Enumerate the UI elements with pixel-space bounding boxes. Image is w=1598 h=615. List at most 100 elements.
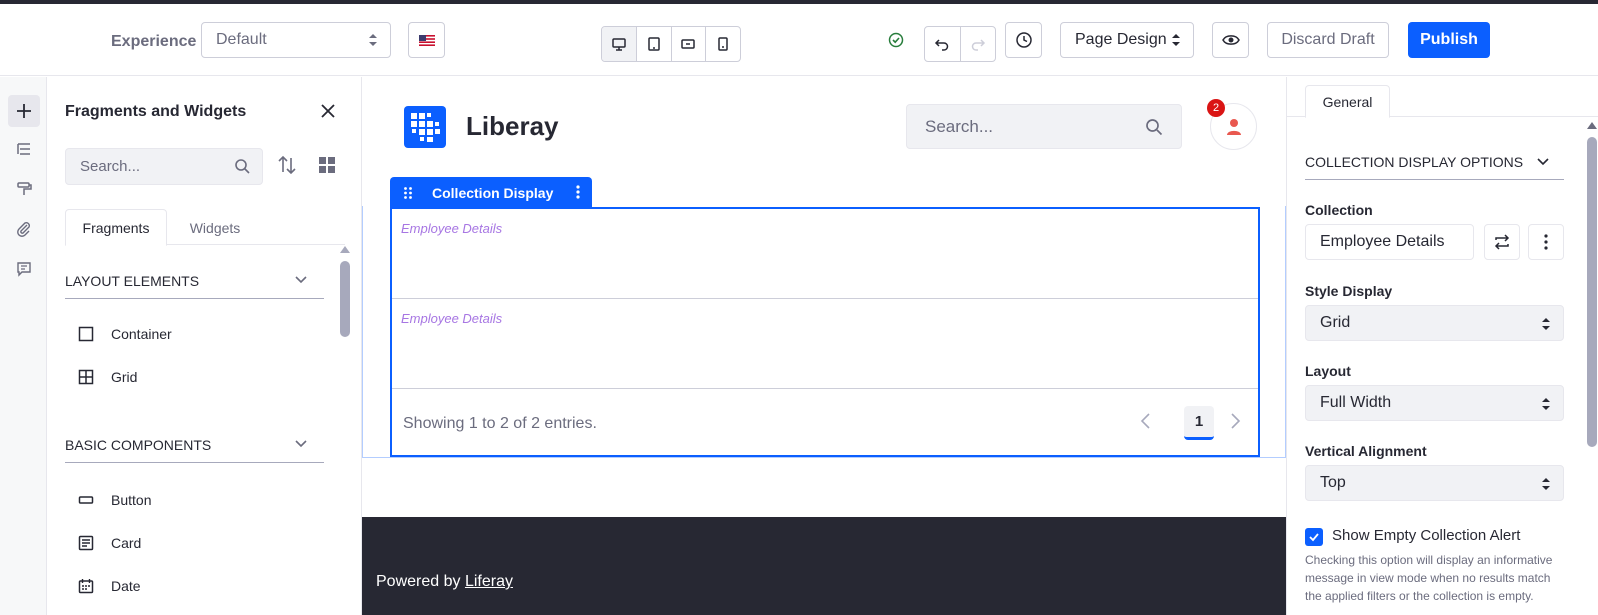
fragment-item-date[interactable]: Date	[77, 577, 141, 595]
eye-icon	[1221, 35, 1240, 45]
exchange-icon	[1494, 234, 1510, 250]
fragment-label: Card	[111, 535, 142, 551]
experience-value: Default	[216, 31, 267, 48]
pagination-page-1[interactable]: 1	[1184, 406, 1214, 440]
collection-field[interactable]: Employee Details	[1305, 224, 1474, 260]
redo-icon	[971, 39, 985, 51]
checkmark-icon	[1309, 533, 1319, 542]
section-title: COLLECTION DISPLAY OPTIONS	[1305, 154, 1524, 170]
close-icon[interactable]	[318, 101, 338, 121]
grid-view-icon[interactable]	[317, 155, 337, 175]
landscape-phone-icon	[681, 39, 696, 49]
tablet-icon	[647, 37, 660, 51]
scroll-up-arrow-icon	[340, 246, 350, 253]
layout-select[interactable]: Full Width	[1305, 385, 1564, 421]
draft-saved-check-icon	[888, 32, 904, 48]
undo-button[interactable]	[925, 27, 961, 61]
portrait-phone-viewport-button[interactable]	[706, 27, 740, 61]
collection-display[interactable]: Employee Details Employee Details Showin…	[390, 207, 1260, 457]
section-layout-elements[interactable]: LAYOUT ELEMENTS	[65, 273, 324, 299]
footer-prefix: Powered by	[376, 573, 461, 590]
landscape-phone-viewport-button[interactable]	[672, 27, 707, 61]
fragment-item-grid[interactable]: Grid	[77, 368, 137, 386]
preview-button[interactable]	[1212, 22, 1249, 58]
fragment-item-container[interactable]: Container	[77, 325, 172, 343]
drag-handle-icon[interactable]	[402, 186, 414, 200]
history-button[interactable]	[1005, 22, 1042, 58]
config-tabs: General	[1287, 77, 1598, 118]
section-title: BASIC COMPONENTS	[65, 437, 212, 453]
panel-title: Fragments and Widgets	[65, 103, 247, 120]
collection-value: Employee Details	[1320, 233, 1445, 250]
fragment-label: Date	[111, 578, 141, 594]
collection-item-placeholder: Employee Details	[401, 311, 503, 326]
page-structure-button[interactable]	[8, 133, 40, 165]
fragment-item-button[interactable]: Button	[77, 491, 151, 509]
redo-button[interactable]	[961, 27, 996, 61]
select-arrows-icon	[369, 34, 377, 46]
language-selector-button[interactable]	[408, 22, 445, 58]
scrollbar-thumb[interactable]	[1587, 137, 1597, 447]
fragments-search-input[interactable]: Search...	[65, 148, 263, 185]
tablet-viewport-button[interactable]	[637, 27, 672, 61]
paint-roller-icon	[17, 182, 32, 195]
collection-options-button[interactable]	[1528, 224, 1564, 260]
page-structure-icon	[17, 143, 30, 155]
scroll-up-arrow-icon	[1587, 122, 1597, 129]
publish-label: Publish	[1420, 31, 1478, 48]
us-flag-icon	[418, 34, 435, 46]
select-arrows-icon	[1542, 398, 1550, 410]
show-empty-alert-checkbox[interactable]	[1305, 528, 1323, 546]
comments-button[interactable]	[8, 253, 40, 285]
mapping-button[interactable]	[8, 213, 40, 245]
liferay-logo	[404, 106, 446, 148]
kebab-menu-icon[interactable]	[576, 185, 580, 199]
section-basic-components[interactable]: BASIC COMPONENTS	[65, 437, 324, 463]
site-search-input[interactable]: Search...	[906, 104, 1182, 149]
scrollbar-thumb[interactable]	[340, 261, 350, 337]
panel-scrollbar[interactable]	[340, 245, 350, 615]
collection-display-topper[interactable]: Collection Display	[390, 177, 592, 208]
add-fragments-button[interactable]	[8, 95, 40, 127]
fragment-label: Container	[111, 326, 172, 342]
style-display-select[interactable]: Grid	[1305, 305, 1564, 341]
discard-draft-label: Discard Draft	[1281, 31, 1375, 48]
style-display-value: Grid	[1320, 314, 1351, 331]
footer-text: Powered by Liferay	[376, 573, 513, 591]
select-arrows-icon	[1542, 318, 1550, 330]
pagination-next-icon[interactable]	[1228, 411, 1242, 431]
experience-select[interactable]: Default	[201, 22, 391, 58]
discard-draft-button[interactable]: Discard Draft	[1267, 22, 1389, 58]
calendar-icon	[77, 577, 95, 595]
collection-display-options-section[interactable]: COLLECTION DISPLAY OPTIONS	[1305, 145, 1564, 180]
tab-general[interactable]: General	[1305, 85, 1390, 118]
undo-redo-group	[924, 26, 996, 62]
collection-item[interactable]: Employee Details	[392, 209, 1258, 299]
grid-icon	[77, 368, 95, 386]
undo-icon	[935, 39, 949, 51]
config-panel-scrollbar[interactable]	[1587, 121, 1597, 615]
search-icon	[235, 159, 250, 174]
select-arrows-icon	[1542, 478, 1550, 490]
site-footer: Powered by Liferay	[362, 517, 1286, 615]
change-collection-button[interactable]	[1484, 224, 1520, 260]
collection-item[interactable]: Employee Details	[392, 299, 1258, 389]
fragment-tabs: Fragments Widgets	[65, 209, 345, 246]
page-design-select[interactable]: Page Design	[1060, 22, 1194, 58]
publish-button[interactable]: Publish	[1408, 22, 1490, 58]
fragments-widgets-panel: Fragments and Widgets Search... Fragment…	[47, 77, 362, 615]
plus-icon	[17, 104, 31, 118]
footer-link[interactable]: Liferay	[465, 573, 513, 590]
sort-icon[interactable]	[275, 153, 299, 177]
pagination-prev-icon[interactable]	[1139, 411, 1153, 431]
show-empty-alert-label: Show Empty Collection Alert	[1332, 527, 1521, 544]
tab-widgets[interactable]: Widgets	[167, 209, 263, 246]
page-design-options-button[interactable]	[8, 173, 40, 205]
vertical-alignment-select[interactable]: Top	[1305, 465, 1564, 501]
select-arrows-icon	[1172, 34, 1180, 46]
fragment-item-card[interactable]: Card	[77, 534, 141, 552]
desktop-viewport-button[interactable]	[602, 27, 637, 61]
tab-fragments[interactable]: Fragments	[65, 209, 167, 246]
comments-icon	[17, 262, 31, 277]
search-placeholder: Search...	[80, 158, 141, 175]
